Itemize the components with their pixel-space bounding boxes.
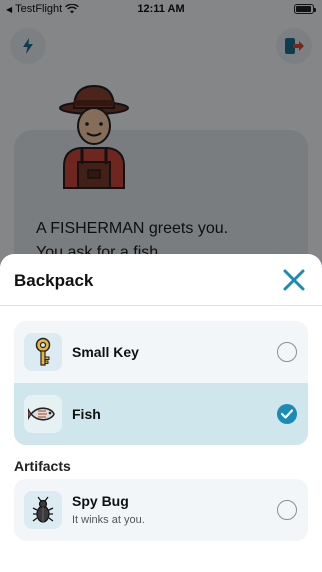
key-icon	[35, 337, 51, 366]
item-description: It winks at you.	[72, 514, 145, 526]
item-name: Spy Bug	[72, 493, 129, 509]
artifacts-list: Spy Bug It winks at you.	[14, 479, 308, 541]
select-radio[interactable]	[277, 500, 297, 520]
close-icon	[283, 269, 305, 291]
close-button[interactable]	[280, 266, 308, 294]
list-item[interactable]: Small Key	[14, 321, 308, 383]
section-header-artifacts: Artifacts	[14, 458, 71, 474]
bug-icon	[32, 496, 54, 523]
fish-icon	[28, 407, 55, 421]
backpack-items-list: Small Key Fish	[14, 321, 308, 445]
backpack-sheet: Backpack Small Key Fish Artifacts Spy Bu…	[0, 254, 322, 572]
checkmark-icon	[281, 409, 293, 419]
item-name: Fish	[72, 406, 101, 422]
sheet-header: Backpack	[0, 254, 322, 306]
sheet-title: Backpack	[14, 271, 94, 290]
list-item[interactable]: Spy Bug It winks at you.	[14, 479, 308, 541]
list-item[interactable]: Fish	[14, 383, 308, 445]
select-radio[interactable]	[277, 404, 297, 424]
select-radio[interactable]	[277, 342, 297, 362]
item-name: Small Key	[72, 344, 139, 360]
